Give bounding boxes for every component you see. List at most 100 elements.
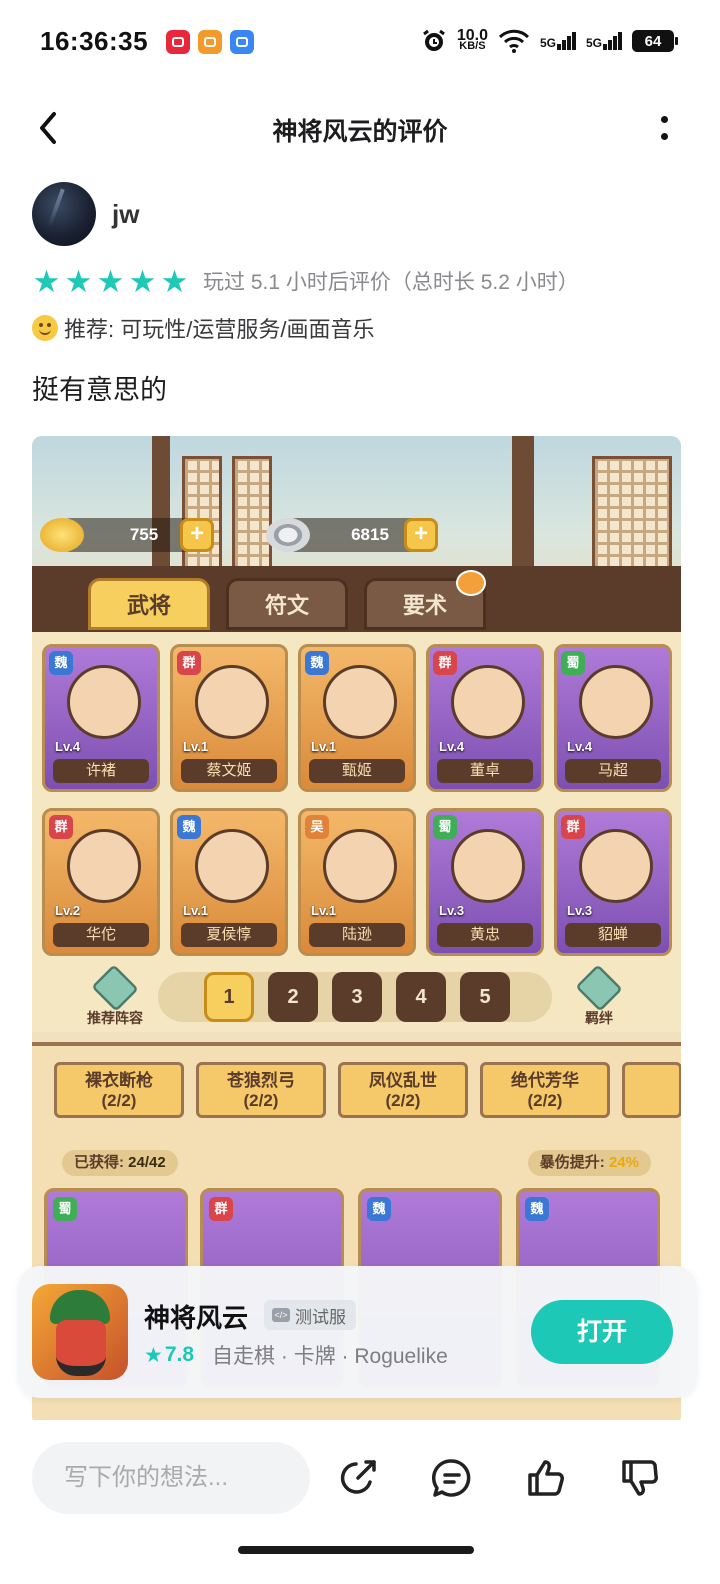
more-options-icon[interactable] bbox=[652, 112, 676, 144]
hero-portrait bbox=[451, 829, 525, 903]
hero-card: 群 Lv.4 董卓 bbox=[426, 644, 544, 792]
gem-icon bbox=[91, 964, 139, 1012]
page-header: 神将风云的评价 bbox=[0, 96, 720, 160]
hero-faction-tag: 群 bbox=[561, 815, 585, 839]
recommend-row: 推荐: 可玩性/运营服务/画面音乐 bbox=[32, 312, 374, 344]
review-author[interactable]: jw bbox=[32, 182, 139, 246]
hero-faction-tag: 魏 bbox=[177, 815, 201, 839]
tab-runes: 符文 bbox=[226, 578, 348, 630]
bond-item: 绝代芳华 (2/2) bbox=[480, 1062, 610, 1118]
game-name[interactable]: 神将风云 bbox=[144, 1298, 248, 1335]
hero-faction-tag: 群 bbox=[177, 651, 201, 675]
crit-bonus: 暴伤提升: 24% bbox=[527, 1150, 651, 1176]
bond-item-partial bbox=[622, 1062, 681, 1118]
hero-card: 群 Lv.3 貂蝉 bbox=[554, 808, 672, 956]
page-title: 神将风云的评价 bbox=[272, 118, 448, 146]
wifi-icon bbox=[498, 29, 530, 53]
bond-item: 凤仪乱世 (2/2) bbox=[338, 1062, 468, 1118]
hero-portrait bbox=[195, 665, 269, 739]
hero-level: Lv.1 bbox=[311, 739, 337, 754]
status-time: 16:36:35 bbox=[40, 26, 149, 56]
add-coin-button: + bbox=[404, 518, 438, 552]
play-time: 玩过 5.1 小时后评价（总时长 5.2 小时） bbox=[203, 271, 579, 294]
star-icon: ★ bbox=[32, 263, 61, 299]
review-text: 挺有意思的 bbox=[32, 375, 167, 405]
hero-name: 貂蝉 bbox=[565, 923, 661, 947]
home-indicator[interactable] bbox=[238, 1546, 474, 1554]
tab-notification-badge bbox=[456, 570, 486, 596]
hero-level: Lv.4 bbox=[55, 739, 81, 754]
net-speed: 10.0 KB/S bbox=[456, 27, 488, 52]
hero-faction-tag: 吴 bbox=[305, 815, 329, 839]
share-icon[interactable] bbox=[336, 1456, 380, 1500]
hero-portrait bbox=[323, 665, 397, 739]
thumbs-down-icon[interactable] bbox=[618, 1456, 662, 1500]
hero-level: Lv.2 bbox=[55, 903, 81, 918]
recommended-lineup-badge: 推荐阵容 bbox=[70, 964, 160, 1030]
hero-card: 魏 Lv.1 甄姬 bbox=[298, 644, 416, 792]
hero-card: 吴 Lv.1 陆逊 bbox=[298, 808, 416, 956]
game-icon[interactable] bbox=[32, 1284, 128, 1380]
open-button[interactable]: 打开 bbox=[531, 1300, 673, 1364]
star-icon: ★ bbox=[64, 263, 93, 299]
hero-faction-tag: 蜀 bbox=[561, 651, 585, 675]
star-rating: ★ ★ ★ ★ ★ bbox=[32, 263, 189, 299]
hero-card: 魏 Lv.4 许褚 bbox=[42, 644, 160, 792]
signal-icon: 5G bbox=[540, 32, 576, 50]
hero-name: 董卓 bbox=[437, 759, 533, 783]
status-indicators: 10.0 KB/S 5G 5G 64 bbox=[421, 27, 678, 54]
heart-gem-icon bbox=[575, 964, 623, 1012]
hero-portrait bbox=[579, 829, 653, 903]
code-icon: </> bbox=[272, 1308, 290, 1322]
signal-icon: 5G bbox=[586, 32, 622, 50]
bottom-action-bar bbox=[0, 1420, 720, 1584]
hero-faction-tag: 魏 bbox=[49, 651, 73, 675]
battery-icon: 64 bbox=[632, 30, 678, 52]
notification-app-icon bbox=[166, 30, 190, 54]
hero-name: 夏侯惇 bbox=[181, 923, 277, 947]
status-bar: 16:36:35 10.0 KB/S 5G 5G 64 bbox=[0, 0, 720, 86]
hero-card: 魏 Lv.1 夏侯惇 bbox=[170, 808, 288, 956]
hero-faction-tag: 群 bbox=[433, 651, 457, 675]
page-button: 3 bbox=[332, 972, 382, 1022]
star-icon: ★ bbox=[128, 263, 157, 299]
smile-icon bbox=[32, 315, 58, 341]
rating-row: ★ ★ ★ ★ ★ 玩过 5.1 小时后评价（总时长 5.2 小时） bbox=[32, 263, 579, 299]
game-tags: 自走棋 · 卡牌 · Roguelike bbox=[212, 1345, 448, 1368]
hero-name: 陆逊 bbox=[309, 923, 405, 947]
hero-name: 黄忠 bbox=[437, 923, 533, 947]
hero-level: Lv.1 bbox=[183, 903, 209, 918]
hero-card: 蜀 Lv.3 黄忠 bbox=[426, 808, 544, 956]
gold-ingot-icon bbox=[40, 518, 84, 552]
notification-app-icon bbox=[230, 30, 254, 54]
hero-name: 蔡文姬 bbox=[181, 759, 277, 783]
hero-level: Lv.1 bbox=[183, 739, 209, 754]
notification-app-icon bbox=[198, 30, 222, 54]
recommend-text: 推荐: 可玩性/运营服务/画面音乐 bbox=[64, 317, 375, 342]
thumbs-up-icon[interactable] bbox=[524, 1456, 568, 1500]
hero-name: 马超 bbox=[565, 759, 661, 783]
page-button: 2 bbox=[268, 972, 318, 1022]
page-button: 5 bbox=[460, 972, 510, 1022]
copper-coin-icon bbox=[266, 518, 310, 552]
add-gold-button: + bbox=[180, 518, 214, 552]
hero-level: Lv.4 bbox=[439, 739, 465, 754]
status-notification-icons bbox=[166, 30, 254, 54]
hero-level: Lv.3 bbox=[567, 903, 593, 918]
star-icon: ★ bbox=[96, 263, 125, 299]
hero-portrait bbox=[67, 665, 141, 739]
hero-card: 蜀 Lv.4 马超 bbox=[554, 644, 672, 792]
star-icon: ★ bbox=[160, 263, 189, 299]
game-app-card[interactable]: 神将风云 </> 测试服 ★ 7.8 自走棋 · 卡牌 · Roguelike … bbox=[18, 1266, 697, 1398]
comment-icon[interactable] bbox=[430, 1456, 474, 1500]
alarm-icon bbox=[422, 29, 445, 51]
hero-level: Lv.3 bbox=[439, 903, 465, 918]
bond-item: 裸衣断枪 (2/2) bbox=[54, 1062, 184, 1118]
username[interactable]: jw bbox=[112, 199, 139, 230]
hero-faction-tag: 蜀 bbox=[433, 815, 457, 839]
hero-card: 群 Lv.1 蔡文姬 bbox=[170, 644, 288, 792]
hero-portrait bbox=[323, 829, 397, 903]
hero-portrait bbox=[451, 665, 525, 739]
comment-input[interactable] bbox=[32, 1442, 310, 1514]
avatar[interactable] bbox=[32, 182, 96, 246]
